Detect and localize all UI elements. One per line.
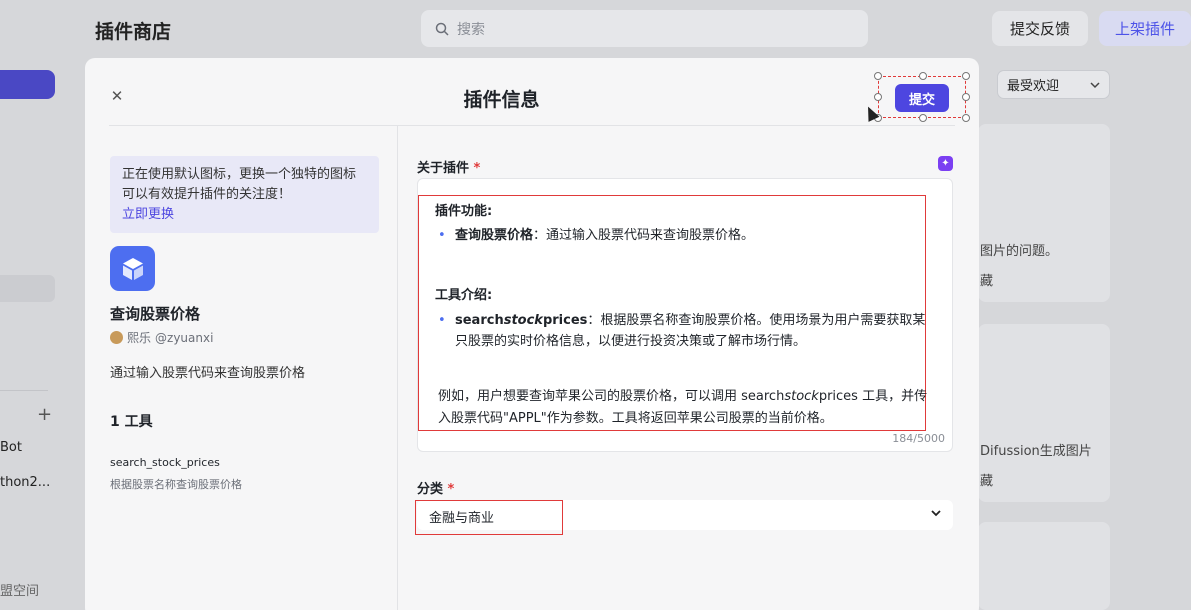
plugin-description: 通过输入股票代码来查询股票价格 xyxy=(110,366,306,381)
tools-count: 1 工具 xyxy=(110,414,153,430)
tool-bold-italic: stock xyxy=(503,313,543,328)
card-text: 图片的问题。 xyxy=(980,244,1059,259)
add-icon[interactable]: + xyxy=(37,404,52,425)
example-paragraph: 例如，用户想要查询苹果公司的股票价格，可以调用 searchstockprice… xyxy=(435,386,931,430)
example-italic: stock xyxy=(784,389,819,404)
about-label: 关于插件 * xyxy=(417,157,480,176)
sort-label: 最受欢迎 xyxy=(1007,79,1060,94)
plugin-info-modal: ✕ 插件信息 提交 正在使用默认图标，更换一个独特的图标可以有效提升插件的关注度… xyxy=(85,58,979,610)
submit-selection-frame: 提交 xyxy=(874,72,970,122)
sidebar-item-bot[interactable]: Bot xyxy=(0,440,22,455)
function-text: ：通过输入股票代码来查询股票价格。 xyxy=(533,228,755,243)
sort-select[interactable]: 最受欢迎 xyxy=(997,70,1110,99)
change-icon-link[interactable]: 立即更换 xyxy=(122,207,174,222)
plugin-summary-panel: 正在使用默认图标，更换一个独特的图标可以有效提升插件的关注度！ 立即更换 查询股… xyxy=(85,126,398,610)
plugin-card[interactable] xyxy=(978,324,1110,502)
resize-handle[interactable] xyxy=(962,114,970,122)
bullet-icon: • xyxy=(438,313,446,328)
author-info: 熙乐 @zyuanxi xyxy=(110,329,213,346)
resize-handle[interactable] xyxy=(919,114,927,122)
search-icon xyxy=(435,22,449,36)
resize-handle[interactable] xyxy=(919,72,927,80)
function-bold: 查询股票价格 xyxy=(455,228,534,243)
plugin-icon[interactable] xyxy=(110,246,155,291)
sidebar-footer[interactable]: 盟空间 xyxy=(0,580,39,599)
sidebar-active-item[interactable] xyxy=(0,70,55,99)
search-input[interactable]: 搜索 xyxy=(421,10,868,47)
required-mark: * xyxy=(447,482,455,497)
required-mark: * xyxy=(473,161,481,176)
card-text: 藏 xyxy=(980,474,994,489)
list-item: • 查询股票价格：通过输入股票代码来查询股票价格。 xyxy=(435,225,935,246)
tool-heading: 工具介绍: xyxy=(435,288,493,303)
category-highlight-box xyxy=(415,500,563,535)
tool-description: 根据股票名称查询股票价格 xyxy=(110,478,242,491)
icon-tip-box: 正在使用默认图标，更换一个独特的图标可以有效提升插件的关注度！ 立即更换 xyxy=(110,156,379,233)
highlight-box: 插件功能: • 查询股票价格：通过输入股票代码来查询股票价格。 工具介绍: • … xyxy=(418,195,927,431)
page-title: 插件商店 xyxy=(95,21,172,43)
tip-text: 正在使用默认图标，更换一个独特的图标可以有效提升插件的关注度！ xyxy=(122,167,357,202)
publish-plugin-button[interactable]: 上架插件 xyxy=(1099,11,1191,46)
resize-handle[interactable] xyxy=(874,93,882,101)
plugin-name: 查询股票价格 xyxy=(110,305,201,323)
modal-title: 插件信息 xyxy=(463,89,540,111)
sidebar-divider xyxy=(0,390,48,391)
feedback-button[interactable]: 提交反馈 xyxy=(992,11,1088,46)
search-placeholder: 搜索 xyxy=(457,21,485,38)
resize-handle[interactable] xyxy=(962,93,970,101)
submit-button[interactable]: 提交 xyxy=(895,84,949,112)
card-text: Difussion生成图片 xyxy=(980,444,1092,459)
tool-bold-1: search xyxy=(455,313,504,328)
author-handle: @zyuanxi xyxy=(155,330,214,345)
example-text-1: 例如，用户想要查询苹果公司的股票价格，可以调用 search xyxy=(438,389,785,404)
modal-header: ✕ 插件信息 提交 xyxy=(85,58,979,126)
list-item: • searchstockprices：根据股票名称查询股票价格。使用场景为用户… xyxy=(435,310,935,352)
resize-handle[interactable] xyxy=(962,72,970,80)
category-label: 分类 * xyxy=(417,478,454,497)
sidebar-item-python[interactable]: thon2... xyxy=(0,475,50,490)
sidebar-item[interactable] xyxy=(0,275,55,302)
plugin-card[interactable] xyxy=(978,124,1110,302)
card-text: 藏 xyxy=(980,274,994,289)
avatar xyxy=(110,331,123,344)
char-counter: 184/5000 xyxy=(892,432,945,445)
chevron-down-icon xyxy=(1090,81,1100,88)
tool-name: search_stock_prices xyxy=(110,456,220,469)
function-heading: 插件功能: xyxy=(435,204,493,219)
resize-handle[interactable] xyxy=(874,72,882,80)
chevron-down-icon xyxy=(931,510,941,517)
category-label-text: 分类 xyxy=(417,482,444,497)
about-textarea[interactable]: 插件功能: • 查询股票价格：通过输入股票代码来查询股票价格。 工具介绍: • … xyxy=(417,178,953,452)
ai-generate-icon[interactable]: ✦ xyxy=(938,156,953,171)
tool-bold-2: prices xyxy=(542,313,588,328)
plugin-card[interactable] xyxy=(978,522,1110,610)
cube-icon xyxy=(122,257,143,280)
bullet-icon: • xyxy=(438,228,446,243)
about-label-text: 关于插件 xyxy=(417,161,470,176)
column-divider xyxy=(397,126,398,610)
author-name: 熙乐 xyxy=(127,331,152,345)
